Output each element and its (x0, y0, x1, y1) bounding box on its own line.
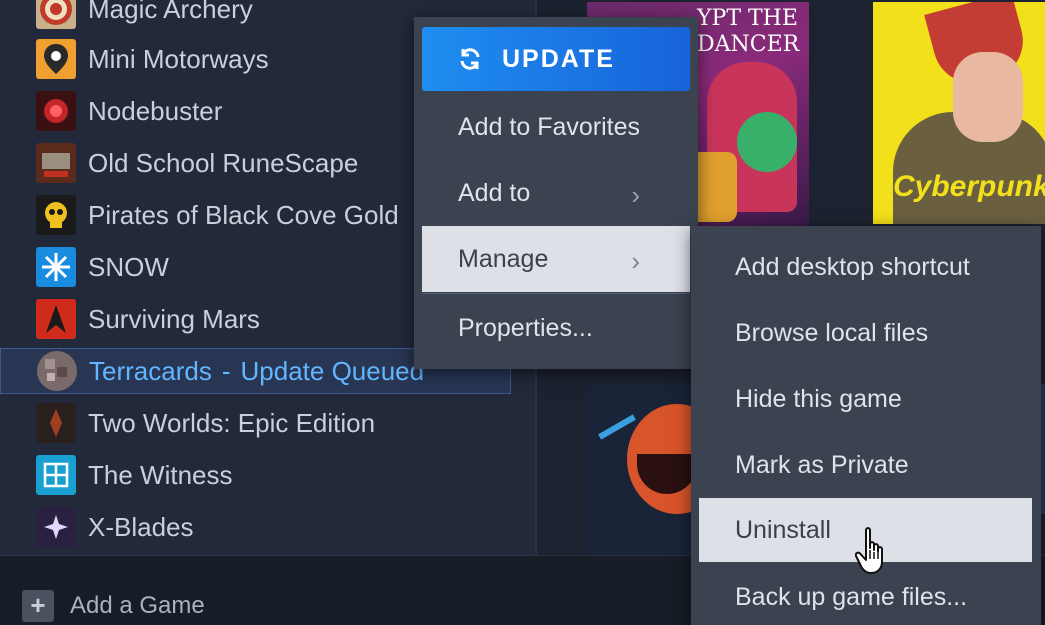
submenu-item-label: Uninstall (735, 515, 831, 544)
menu-item-properties[interactable]: Properties... (422, 295, 690, 361)
plus-icon: + (22, 590, 54, 622)
snowflake-icon (36, 247, 76, 287)
game-row-x-blades[interactable]: X-Blades (0, 504, 537, 550)
menu-item-add-to[interactable]: Add to › (422, 160, 690, 226)
submenu-item-label: Back up game files... (735, 582, 968, 611)
game-cover-nodebuster[interactable] (587, 384, 693, 555)
node-icon (36, 91, 76, 131)
menu-item-manage[interactable]: Manage › (422, 226, 690, 292)
game-name: Surviving Mars (88, 303, 260, 334)
add-game-button[interactable]: + Add a Game (22, 590, 205, 622)
menu-item-label: Add to (458, 178, 531, 207)
game-row-the-witness[interactable]: The Witness (0, 452, 537, 498)
update-button[interactable]: UPDATE (422, 27, 690, 91)
game-name: Mini Motorways (88, 43, 269, 74)
submenu-item-mark-as-private[interactable]: Mark as Private (699, 435, 1032, 495)
hand-cursor-icon (855, 527, 883, 574)
menu-item-label: Manage (458, 244, 549, 273)
game-context-menu: UPDATE Add to Favorites Add to › Manage … (414, 17, 698, 369)
game-row-two-worlds[interactable]: Two Worlds: Epic Edition (0, 400, 537, 446)
submenu-item-hide-this-game[interactable]: Hide this game (699, 369, 1032, 429)
game-name: Magic Archery (88, 0, 253, 24)
submenu-item-label: Hide this game (735, 384, 902, 413)
game-name: Two Worlds: Epic Edition (88, 407, 376, 438)
game-name: Terracards (89, 355, 212, 386)
chevron-right-icon: › (631, 246, 640, 276)
submenu-item-label: Add desktop shortcut (735, 252, 970, 281)
runescape-icon (36, 143, 76, 183)
cover-title: YPT THE DANCER (697, 6, 800, 57)
two-worlds-icon (36, 403, 76, 443)
submenu-item-add-desktop-shortcut[interactable]: Add desktop shortcut (699, 237, 1032, 297)
archery-target-icon (36, 0, 76, 29)
status-separator: - (221, 355, 231, 386)
mars-icon (36, 299, 76, 339)
game-cover-cyberpunk[interactable]: Cyberpunk (873, 2, 1045, 224)
menu-item-label: Properties... (458, 313, 593, 342)
update-label: UPDATE (502, 44, 615, 73)
game-name: The Witness (88, 459, 233, 490)
terracards-icon (37, 351, 77, 391)
game-name: Pirates of Black Cove Gold (88, 199, 399, 230)
submenu-item-label: Browse local files (735, 318, 929, 347)
menu-item-label: Add to Favorites (458, 112, 641, 141)
chevron-right-icon: › (631, 180, 640, 210)
game-name: SNOW (88, 251, 169, 282)
game-name: Old School RuneScape (88, 147, 359, 178)
add-game-label: Add a Game (70, 592, 205, 619)
witness-icon (36, 455, 76, 495)
cover-logo: Cyberpunk (893, 170, 1045, 203)
menu-divider (422, 293, 690, 294)
update-status: Update Queued (240, 355, 425, 386)
game-name: X-Blades (88, 511, 194, 542)
skull-icon (36, 195, 76, 235)
map-pin-icon (36, 39, 76, 79)
xblades-icon (36, 507, 76, 547)
game-name: Nodebuster (88, 95, 223, 126)
menu-item-add-to-favorites[interactable]: Add to Favorites (422, 94, 690, 160)
submenu-item-label: Mark as Private (735, 450, 909, 479)
submenu-item-browse-local-files[interactable]: Browse local files (699, 303, 1032, 363)
refresh-icon (460, 48, 480, 70)
